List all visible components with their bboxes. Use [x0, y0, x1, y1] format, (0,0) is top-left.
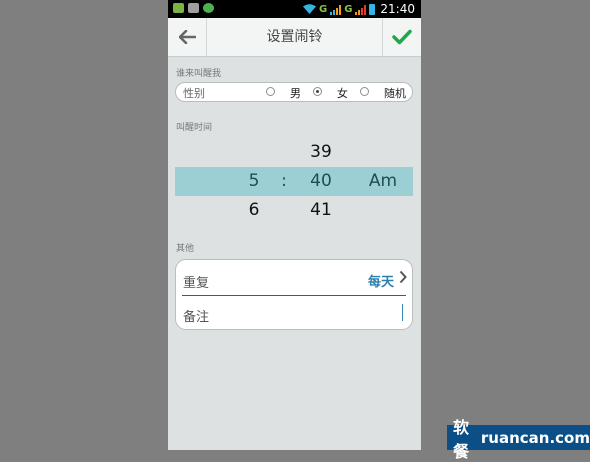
option-random-label[interactable]: 随机	[384, 85, 406, 101]
hour-value	[239, 138, 269, 167]
watermark-logo: 软餐 ruancan.com	[447, 418, 590, 461]
repeat-label: 重复	[183, 276, 210, 291]
gender-selector: 性别 男 女 随机	[175, 82, 413, 102]
option-male-label[interactable]: 男	[290, 85, 301, 101]
status-time: 21:40	[380, 2, 415, 16]
minute-value-selected[interactable]: 40	[303, 167, 339, 196]
signal-strength-2-icon	[355, 4, 367, 15]
signal-strength-1-icon	[330, 4, 342, 15]
back-button[interactable]	[168, 18, 207, 56]
other-settings-box: 重复 每天 备注	[175, 259, 413, 330]
other-section-label: 其他	[176, 244, 195, 254]
time-section-label: 叫醒时间	[176, 123, 213, 133]
note-row[interactable]: 备注	[176, 296, 412, 330]
network-type-2: G	[344, 3, 353, 15]
status-bar: G G 21:40	[168, 0, 421, 18]
gender-field-label: 性别	[183, 87, 205, 100]
radio-female[interactable]	[313, 87, 322, 96]
radio-male[interactable]	[266, 87, 275, 96]
text-cursor	[402, 304, 403, 321]
title-bar: 设置闹铃	[168, 18, 421, 57]
wifi-icon	[302, 4, 316, 14]
repeat-value: 每天	[367, 275, 394, 290]
option-female-label[interactable]: 女	[337, 85, 348, 101]
watermark-cn-text: 软餐	[453, 417, 470, 461]
confirm-button[interactable]	[382, 18, 421, 56]
time-picker-row-above[interactable]: 39	[175, 138, 413, 167]
ampm-value-selected[interactable]: Am	[363, 167, 403, 196]
checkmark-icon	[392, 29, 412, 45]
wechat-notification-icon	[173, 3, 184, 13]
chevron-right-icon	[399, 270, 407, 284]
hour-value-selected[interactable]: 5	[239, 167, 269, 196]
battery-icon	[369, 3, 376, 15]
caller-section-label: 谁来叫醒我	[176, 69, 222, 79]
time-picker-row-below[interactable]: 6 41	[175, 196, 413, 225]
note-label: 备注	[183, 310, 210, 325]
minute-value: 41	[310, 200, 332, 220]
time-picker-row-selected[interactable]: 5 : 40 Am	[175, 167, 413, 196]
minute-value: 39	[310, 142, 332, 162]
phone-screen: G G 21:40 设置闹铃 谁来叫醒我 性别 男 女 随机 叫醒时间 39 5…	[168, 0, 421, 450]
network-type-1: G	[318, 3, 328, 15]
radio-random[interactable]	[360, 87, 369, 96]
image-notification-icon	[188, 3, 199, 13]
repeat-row[interactable]: 重复 每天	[176, 262, 412, 296]
watermark-domain: ruancan.com	[480, 428, 590, 447]
time-separator: :	[281, 171, 287, 191]
arrow-left-icon	[178, 30, 196, 44]
app-notification-icon	[203, 3, 214, 13]
page-title: 设置闹铃	[266, 29, 323, 45]
hour-value: 6	[248, 200, 260, 220]
